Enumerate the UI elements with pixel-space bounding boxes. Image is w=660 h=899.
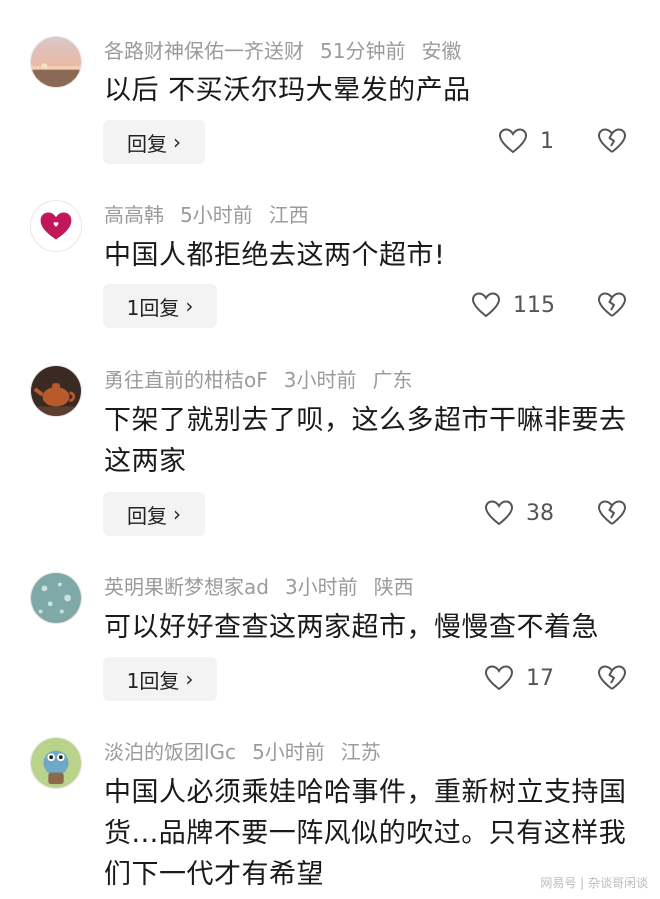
reply-button[interactable]: 回复 › [103, 492, 205, 536]
comment-author[interactable]: 各路财神保佑一齐送财 [104, 39, 304, 63]
user-avatar[interactable] [30, 36, 82, 88]
svg-text:♥: ♥ [53, 221, 59, 229]
like-count: 17 [526, 665, 554, 691]
user-avatar[interactable] [30, 737, 82, 789]
comment-region: 江西 [268, 203, 309, 227]
like-button[interactable]: 17 [484, 664, 554, 692]
like-button[interactable]: 1 [498, 127, 554, 155]
reply-button[interactable]: 1回复 › [103, 284, 217, 328]
user-avatar[interactable] [30, 365, 82, 417]
reply-label: 回复 [127, 503, 167, 528]
comment-region: 广东 [372, 368, 413, 392]
comment-time: 5小时前 [252, 740, 325, 764]
heart-icon [484, 665, 514, 691]
comment-meta: 勇往直前的柑桔oF 3小时前 广东 [104, 366, 428, 394]
comment-time: 51分钟前 [320, 39, 406, 63]
dislike-button[interactable] [596, 663, 628, 693]
comment-time: 5小时前 [180, 203, 253, 227]
sunset-beach-avatar-icon [31, 37, 81, 87]
broken-heart-icon [598, 665, 626, 690]
broken-heart-icon [598, 500, 626, 525]
chevron-right-icon: › [185, 667, 194, 691]
like-count: 115 [513, 292, 555, 318]
dislike-button[interactable] [596, 126, 628, 156]
watermark: 网易号 | 杂谈哥闲谈 [540, 876, 648, 890]
comment-time: 3小时前 [283, 368, 357, 392]
comment-time: 3小时前 [284, 575, 358, 599]
comment-meta: 英明果断梦想家ad 3小时前 陕西 [104, 573, 430, 601]
comment-author[interactable]: 英明果断梦想家ad [104, 575, 269, 599]
heart-icon [484, 500, 514, 526]
comment-text: 中国人都拒绝去这两个超市! [104, 240, 446, 271]
comment-text: 以后 不买沃尔玛大晕发的产品 [104, 75, 471, 106]
comment-region: 陕西 [373, 575, 414, 599]
heart-logo-avatar-icon: ♥ [31, 201, 81, 251]
like-button[interactable]: 38 [484, 499, 554, 527]
chevron-right-icon: › [173, 130, 181, 154]
water-drops-avatar-icon [31, 573, 81, 623]
chevron-right-icon: › [173, 502, 181, 526]
reply-label: 回复 [127, 131, 167, 156]
dislike-button[interactable] [596, 290, 628, 320]
comment-region: 安徽 [421, 39, 462, 63]
comment-author[interactable]: 淡泊的饭团lGc [104, 740, 236, 764]
user-avatar[interactable] [30, 572, 82, 624]
heart-icon [498, 128, 528, 154]
heart-icon [471, 292, 501, 318]
comment-text: 下架了就别去了呗，这么多超市干嘛非要去这两家 [104, 405, 627, 477]
broken-heart-icon [598, 128, 626, 153]
comment-region: 江苏 [340, 740, 381, 764]
reply-label: 1回复 [126, 295, 180, 320]
reply-button[interactable]: 1回复 › [103, 657, 217, 701]
user-avatar[interactable]: ♥ [30, 200, 82, 252]
like-count: 38 [526, 500, 554, 526]
comment-text: 可以好好查查这两家超市，慢慢查不着急 [104, 612, 599, 643]
cartoon-character-avatar-icon [31, 738, 81, 788]
broken-heart-icon [598, 292, 626, 317]
comment-meta: 淡泊的饭团lGc 5小时前 江苏 [104, 738, 397, 766]
chevron-right-icon: › [185, 294, 194, 318]
comment-meta: 各路财神保佑一齐送财 51分钟前 安徽 [104, 37, 477, 65]
teapot-avatar-icon [31, 366, 81, 416]
like-button[interactable]: 115 [471, 291, 555, 319]
comment-author[interactable]: 高高韩 [104, 203, 164, 227]
reply-label: 1回复 [126, 668, 180, 693]
comment-meta: 高高韩 5小时前 江西 [104, 201, 325, 229]
comment-author[interactable]: 勇往直前的柑桔oF [104, 368, 268, 392]
reply-button[interactable]: 回复 › [103, 120, 205, 164]
dislike-button[interactable] [596, 498, 628, 528]
like-count: 1 [540, 128, 554, 154]
